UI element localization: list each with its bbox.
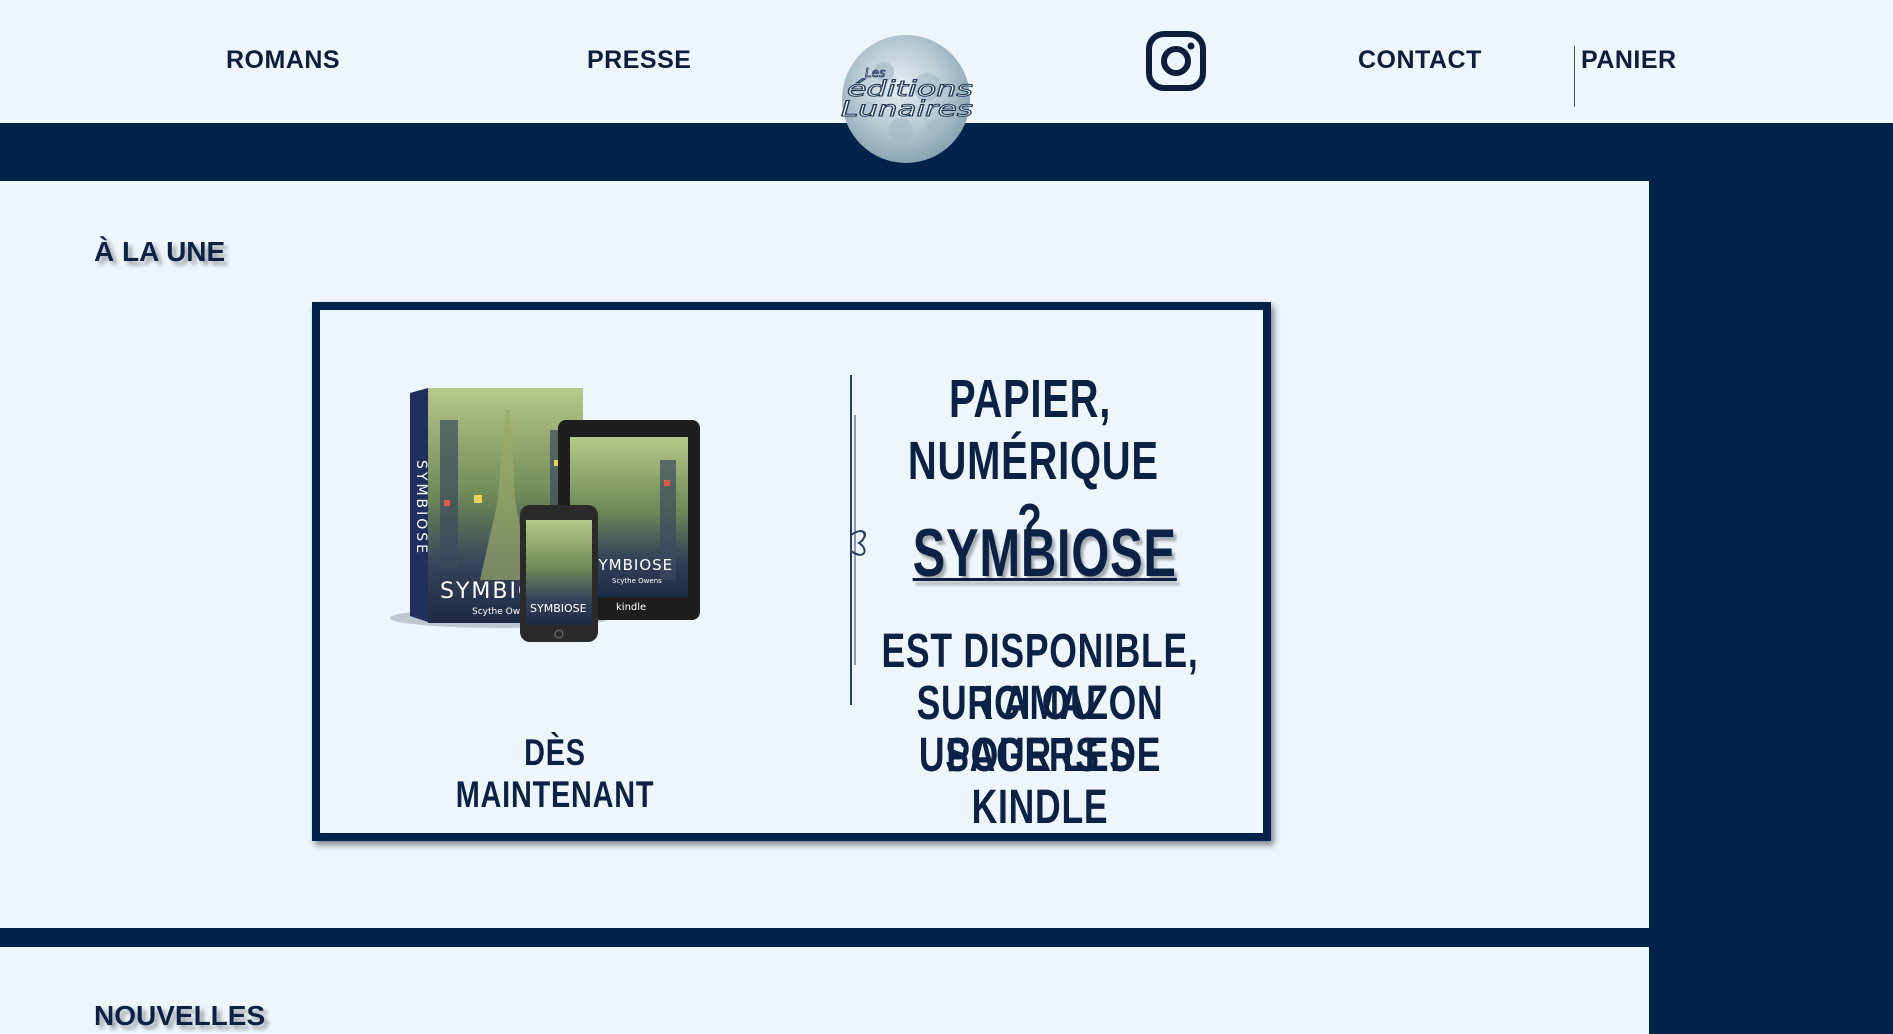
- news-section: NOUVELLES: [0, 947, 1649, 1034]
- featured-title: À LA UNE: [94, 236, 226, 267]
- nav-romans[interactable]: ROMANS: [226, 45, 340, 75]
- nav-panier[interactable]: PANIER: [1581, 45, 1677, 75]
- book-title-symbiose[interactable]: SYMBIOSE: [913, 516, 1176, 590]
- kindle-label: kindle: [616, 602, 646, 613]
- kindle-cover-author: Scythe Owens: [612, 577, 662, 585]
- instagram-icon[interactable]: [1146, 31, 1206, 91]
- kindle-cover-title: SYMBIOSE: [588, 556, 673, 574]
- nav-divider: [1574, 46, 1575, 107]
- logo-text-lunaires: Lunaires: [841, 97, 973, 121]
- book-mockup-image: SYMBIOSE Scythe Owens SYMBIOSE SYMBIOSE …: [390, 388, 700, 642]
- news-title: NOUVELLES: [94, 1000, 266, 1031]
- paper-question-1: PAPIER,: [948, 369, 1112, 429]
- available-now-caption: DÈS MAINTENANT: [455, 732, 655, 815]
- logo-moon[interactable]: Les éditions Lunaires: [839, 32, 973, 166]
- availability-line-3: USAGERS DE KINDLE: [918, 729, 1162, 834]
- symbiose-banner[interactable]: SYMBIOSE Scythe Owens SYMBIOSE SYMBIOSE …: [312, 302, 1271, 841]
- nav-contact[interactable]: CONTACT: [1358, 45, 1482, 75]
- book-spine-title: SYMBIOSE: [413, 460, 429, 556]
- nav-presse[interactable]: PRESSE: [587, 45, 691, 75]
- phone-cover-title: SYMBIOSE: [530, 602, 587, 615]
